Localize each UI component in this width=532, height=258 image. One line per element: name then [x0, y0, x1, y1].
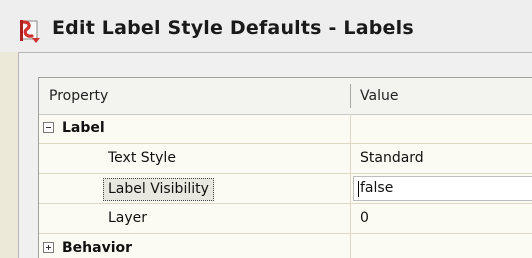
selected-property-name: Label Visibility	[103, 178, 214, 201]
category-row-label[interactable]: Label	[39, 114, 532, 144]
civil-label-style-icon	[20, 20, 40, 43]
column-divider[interactable]	[350, 84, 351, 108]
property-name: Text Style	[108, 150, 176, 166]
value-input[interactable]: false	[353, 176, 532, 201]
category-label: Behavior	[62, 240, 133, 256]
text-caret	[358, 181, 359, 197]
grid-header: Property Value	[39, 78, 532, 115]
input-value: false	[360, 180, 394, 196]
property-value[interactable]: 0	[360, 204, 369, 233]
collapse-icon[interactable]	[43, 122, 54, 133]
property-row-layer[interactable]: Layer 0	[39, 204, 532, 234]
window-title: Edit Label Style Defaults - Labels	[52, 17, 414, 39]
property-value[interactable]: Standard	[360, 144, 424, 173]
property-grid: Property Value Label Text Style Standard…	[38, 77, 532, 258]
column-header-value[interactable]: Value	[360, 78, 398, 114]
title-bar: Edit Label Style Defaults - Labels	[0, 0, 532, 52]
expand-icon[interactable]	[43, 242, 54, 253]
property-row-text-style[interactable]: Text Style Standard	[39, 144, 532, 174]
category-label: Label	[62, 120, 105, 136]
property-name: Layer	[108, 210, 148, 226]
property-row-label-visibility[interactable]: Label Visibility false	[39, 174, 532, 204]
column-header-property[interactable]: Property	[49, 78, 108, 114]
category-row-behavior[interactable]: Behavior	[39, 234, 532, 258]
property-name: Label Visibility	[108, 181, 209, 197]
